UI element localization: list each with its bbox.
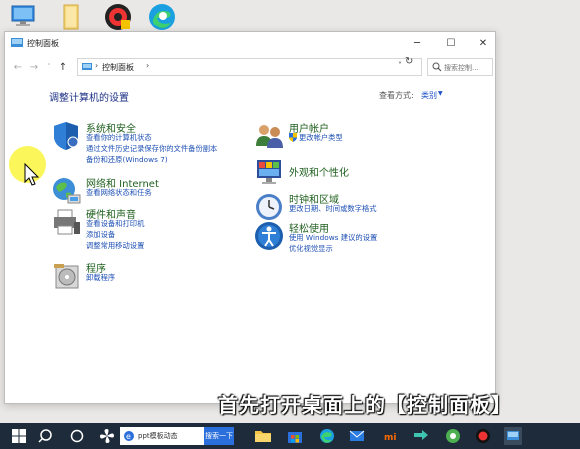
control-panel-content: 调整计算机的设置 查看方式: 类别 ▼ 系统和安全 查看你的计算机状态 通过文件… bbox=[5, 80, 495, 405]
taskbar: e ppt模板动态 搜索一下 mi bbox=[0, 423, 580, 449]
category-link[interactable]: 查看网络状态和任务 bbox=[86, 188, 152, 198]
breadcrumb-separator[interactable]: › bbox=[146, 61, 149, 70]
mouse-pointer-icon bbox=[24, 163, 40, 186]
taskbar-search-button[interactable]: 搜索一下 bbox=[204, 427, 234, 445]
users-icon[interactable] bbox=[253, 120, 285, 152]
windows-start-icon[interactable] bbox=[10, 427, 28, 445]
printer-icon[interactable] bbox=[50, 206, 82, 238]
control-panel-window: 控制面板 ─ ☐ ✕ ← → ˅ ↑ › 控制面板 › ˅ ↻ 搜索控制... bbox=[4, 31, 496, 404]
search-icon bbox=[432, 62, 442, 72]
address-dropdown-button[interactable]: ˅ bbox=[398, 61, 402, 70]
breadcrumb-separator: › bbox=[95, 61, 99, 70]
this-pc-desktop-icon[interactable] bbox=[8, 2, 38, 32]
refresh-button[interactable]: ↻ bbox=[405, 56, 413, 67]
taskbar-search-box[interactable]: e ppt模板动态 搜索一下 bbox=[120, 427, 234, 445]
title-bar[interactable]: 控制面板 ─ ☐ ✕ bbox=[5, 32, 495, 54]
recorder-app-desktop-icon[interactable] bbox=[103, 2, 133, 32]
network-globe-icon[interactable] bbox=[50, 175, 82, 207]
category-link[interactable]: 更改帐户类型 bbox=[299, 133, 343, 143]
file-explorer-icon[interactable] bbox=[254, 427, 272, 445]
category-link[interactable]: 优化视觉显示 bbox=[289, 244, 333, 254]
category-link[interactable]: 添加设备 bbox=[86, 230, 115, 240]
category-link[interactable]: 卸载程序 bbox=[86, 273, 115, 283]
back-button[interactable]: ← bbox=[11, 60, 25, 74]
edge-browser-desktop-icon[interactable] bbox=[147, 2, 177, 32]
cortana-icon[interactable] bbox=[68, 427, 86, 445]
minimize-button[interactable]: ─ bbox=[401, 32, 433, 54]
chevron-down-icon[interactable]: ▼ bbox=[438, 90, 443, 97]
view-by-label: 查看方式: bbox=[379, 91, 414, 100]
forward-button[interactable]: → bbox=[27, 60, 41, 74]
up-button[interactable]: ↑ bbox=[56, 60, 70, 74]
uac-shield-icon bbox=[289, 133, 297, 142]
mi-app-icon[interactable]: mi bbox=[381, 427, 399, 445]
category-link[interactable]: 查看设备和打印机 bbox=[86, 219, 144, 229]
folder-desktop-icon[interactable] bbox=[56, 2, 86, 32]
category-title[interactable]: 外观和个性化 bbox=[289, 164, 349, 179]
svg-text:e: e bbox=[126, 432, 131, 441]
recent-locations-button[interactable]: ˅ bbox=[42, 60, 56, 74]
page-title: 调整计算机的设置 bbox=[49, 93, 129, 104]
transfer-app-icon[interactable] bbox=[412, 427, 430, 445]
category-link[interactable]: 备份和还原(Windows 7) bbox=[86, 155, 168, 165]
category-link[interactable]: 更改日期、时间或数字格式 bbox=[289, 204, 377, 214]
ease-of-access-icon[interactable] bbox=[253, 220, 285, 252]
maximize-button[interactable]: ☐ bbox=[435, 32, 467, 54]
search-input[interactable]: 搜索控制... bbox=[427, 58, 493, 76]
navigation-bar: ← → ˅ ↑ › 控制面板 › ˅ ↻ 搜索控制... bbox=[5, 54, 495, 80]
video-caption: 首先打开桌面上的【控制面板】 bbox=[218, 393, 512, 417]
mail-icon[interactable] bbox=[348, 427, 366, 445]
control-panel-icon bbox=[11, 38, 23, 47]
address-bar[interactable]: › 控制面板 › ˅ bbox=[77, 58, 422, 76]
browser-icon: e bbox=[124, 431, 134, 441]
search-icon[interactable] bbox=[38, 427, 56, 445]
security-shield-icon[interactable] bbox=[50, 120, 82, 152]
view-by-dropdown[interactable]: 类别 bbox=[421, 90, 437, 101]
close-button[interactable]: ✕ bbox=[467, 32, 499, 54]
window-title: 控制面板 bbox=[27, 39, 59, 48]
fan-app-icon[interactable] bbox=[98, 427, 116, 445]
green-app-icon[interactable] bbox=[444, 427, 462, 445]
category-link[interactable]: 通过文件历史记录保存你的文件备份副本 bbox=[86, 144, 217, 154]
record-icon[interactable] bbox=[474, 427, 492, 445]
programs-disc-icon[interactable] bbox=[50, 260, 82, 292]
appearance-monitor-icon[interactable] bbox=[253, 156, 285, 188]
clock-icon[interactable] bbox=[253, 191, 285, 223]
breadcrumb-control-panel[interactable]: 控制面板 bbox=[102, 62, 134, 73]
svg-text:mi: mi bbox=[384, 433, 396, 443]
control-panel-icon bbox=[82, 63, 92, 70]
category-link[interactable]: 查看你的计算机状态 bbox=[86, 133, 152, 143]
edge-icon[interactable] bbox=[318, 427, 336, 445]
taskbar-search-text: ppt模板动态 bbox=[138, 432, 178, 440]
category-link[interactable]: 调整常用移动设置 bbox=[86, 241, 144, 251]
search-placeholder: 搜索控制... bbox=[444, 64, 479, 72]
category-link[interactable]: 使用 Windows 建议的设置 bbox=[289, 233, 377, 243]
control-panel-taskbar-icon[interactable] bbox=[504, 427, 522, 445]
store-icon[interactable] bbox=[286, 427, 304, 445]
